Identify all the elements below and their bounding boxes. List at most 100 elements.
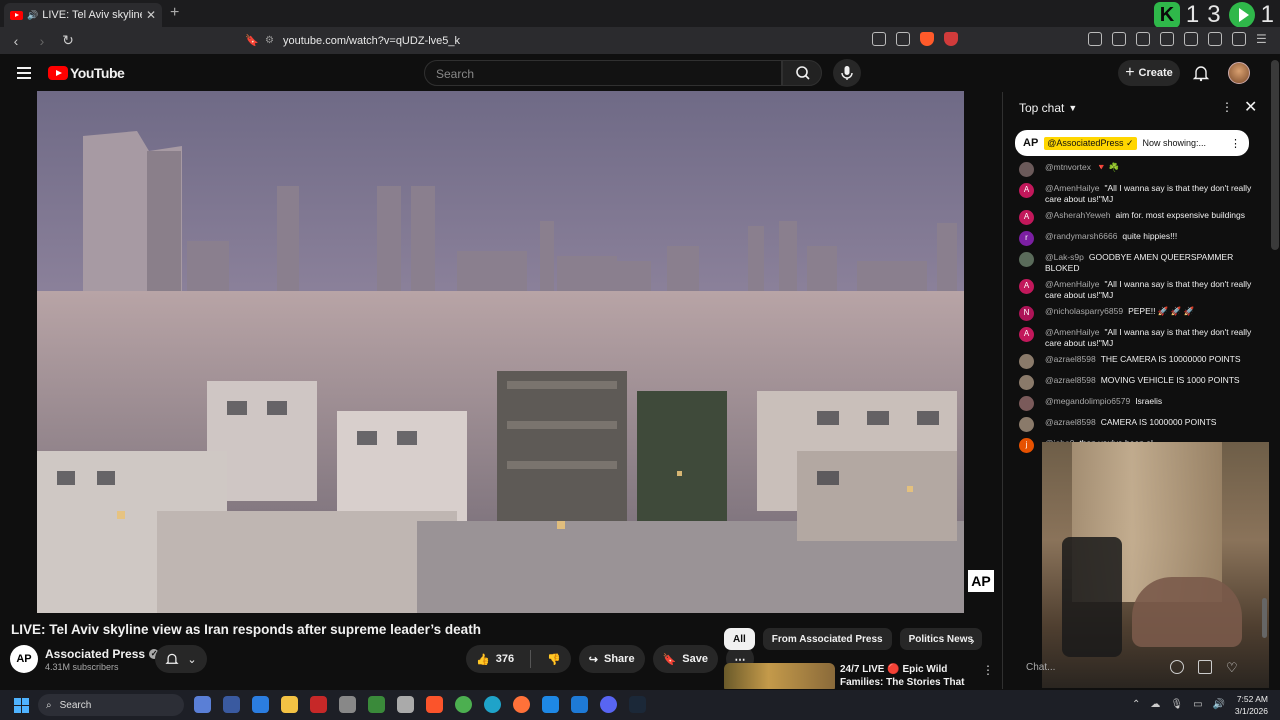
network-icon[interactable]: ☁ [1150, 699, 1160, 710]
forward-icon[interactable]: › [32, 33, 52, 49]
chat-more-icon[interactable]: ⋮ [1221, 100, 1233, 114]
share-page-icon[interactable] [896, 32, 910, 46]
search-input[interactable]: Search [424, 60, 782, 86]
chat-author[interactable]: @AmenHailye [1045, 327, 1099, 337]
url-text[interactable]: youtube.com/watch?v=qUDZ-lve5_k [283, 35, 460, 47]
subscription-bell-button[interactable]: ⌄ [155, 645, 207, 673]
chat-author[interactable]: @AsherahYeweh [1045, 210, 1111, 220]
chat-author-avatar[interactable]: A [1019, 327, 1034, 342]
recommendation-title[interactable]: 24/7 LIVE 🔴 Epic Wild Families: The Stor… [840, 663, 970, 689]
close-tab-icon[interactable]: ✕ [146, 8, 156, 22]
video-player[interactable] [37, 91, 964, 613]
chat-message[interactable]: @Lak-s9p GOODBYE AMEN QUEERSPAMMER BLOKED [1003, 252, 1263, 273]
mic-icon[interactable]: 🎙 [1170, 699, 1183, 710]
chat-author-avatar[interactable] [1019, 375, 1034, 390]
app-icon[interactable] [252, 696, 269, 713]
sidebar-icon[interactable] [1160, 32, 1174, 46]
firefox-icon[interactable] [513, 696, 530, 713]
edge-icon[interactable] [484, 696, 501, 713]
volume-icon[interactable]: 🔊 [1213, 699, 1225, 710]
chat-mode-label[interactable]: Top chat [1019, 101, 1064, 115]
chat-message[interactable]: @megandolimpio6579 Israelis [1003, 396, 1263, 411]
taskbar-search[interactable]: ⌕ Search [38, 694, 184, 716]
vpn-icon[interactable] [1232, 32, 1246, 46]
brave-rewards-icon[interactable] [944, 32, 958, 46]
recommendation-item[interactable]: 24/7 LIVE 🔴 Epic Wild Families: The Stor… [724, 661, 994, 689]
recommendation-thumbnail[interactable] [724, 663, 835, 689]
cast-icon[interactable] [872, 32, 886, 46]
bookmark-icon[interactable]: 🔖 [245, 34, 265, 47]
chat-author[interactable]: @randymarsh6666 [1045, 231, 1117, 241]
save-button[interactable]: 🔖 Save [652, 645, 718, 673]
display-icon[interactable]: ▭ [1193, 699, 1202, 710]
voice-search-button[interactable] [833, 59, 861, 87]
chat-author-avatar[interactable]: r [1019, 231, 1034, 246]
taskbar-clock[interactable]: 7:52 AM 3/1/2026 [1226, 693, 1268, 717]
chevron-up-icon[interactable]: ⌃ [1132, 699, 1140, 710]
channel-name[interactable]: Associated Press [45, 647, 145, 661]
like-button[interactable]: 👍 376 [466, 645, 524, 673]
brave-shields-icon[interactable] [920, 32, 934, 46]
chat-author[interactable]: @azrael8598 [1045, 417, 1096, 427]
extensions-icon[interactable] [1088, 32, 1102, 46]
app-icon[interactable] [194, 696, 211, 713]
chat-message[interactable]: @mtnvortex 🔻 ☘️ [1003, 162, 1263, 177]
share-button[interactable]: ↪ Share [578, 645, 645, 673]
chat-author-avatar[interactable] [1019, 252, 1034, 267]
leo-icon[interactable] [1208, 32, 1222, 46]
vscode-icon[interactable] [571, 696, 588, 713]
pinned-message[interactable]: AP @AssociatedPress ✓ Now showing:... ⋮ [1015, 130, 1249, 156]
chat-author[interactable]: @AmenHailye [1045, 279, 1099, 289]
heart-icon[interactable]: ♡ [1226, 660, 1238, 676]
chat-message[interactable]: A @AmenHailye "All I wanna say is that the… [1003, 279, 1263, 300]
app-icon[interactable] [397, 696, 414, 713]
reload-icon[interactable]: ↻ [58, 32, 78, 49]
chat-message[interactable]: A @AsherahYeweh aim for. most expsensive b… [1003, 210, 1263, 225]
account-avatar[interactable] [1228, 62, 1250, 84]
chip-all[interactable]: All [724, 628, 755, 650]
chat-author[interactable]: @AmenHailye [1045, 183, 1099, 193]
back-icon[interactable]: ‹ [6, 33, 26, 49]
site-info-icon[interactable]: ⚙ [265, 35, 283, 46]
discord-icon[interactable] [600, 696, 617, 713]
create-button[interactable]: + Create [1118, 60, 1180, 86]
screenshot-icon[interactable] [1112, 32, 1126, 46]
search-button[interactable] [782, 60, 822, 86]
app-icon[interactable] [542, 696, 559, 713]
chat-author[interactable]: @mtnvortex [1045, 162, 1091, 172]
chrome-icon[interactable] [455, 696, 472, 713]
chat-message[interactable]: r @randymarsh6666 quite hippies!!! [1003, 231, 1263, 246]
emoji-icon[interactable] [1170, 660, 1184, 674]
chat-author[interactable]: @nicholasparry6859 [1045, 306, 1123, 316]
super-chat-icon[interactable] [1198, 660, 1212, 674]
new-tab-button[interactable]: + [170, 4, 179, 22]
channel-avatar[interactable]: AP [10, 645, 38, 673]
chat-author[interactable]: @azrael8598 [1045, 375, 1096, 385]
chevron-down-icon[interactable]: ▼ [1068, 103, 1077, 113]
wallet-icon[interactable] [1184, 32, 1198, 46]
pinned-more-icon[interactable]: ⋮ [1230, 137, 1241, 150]
chat-author-avatar[interactable] [1019, 354, 1034, 369]
music-icon[interactable] [1136, 32, 1150, 46]
chat-author-avatar[interactable]: A [1019, 279, 1034, 294]
chat-author[interactable]: @Lak-s9p [1045, 252, 1084, 262]
app-icon[interactable] [339, 696, 356, 713]
chat-author-avatar[interactable] [1019, 396, 1034, 411]
browser-tab[interactable]: 🔊 LIVE: Tel Aviv skyline view as Iran re… [4, 3, 162, 27]
app-icon[interactable] [310, 696, 327, 713]
speaker-icon[interactable]: 🔊 [27, 10, 38, 21]
chat-author-avatar[interactable]: A [1019, 210, 1034, 225]
chat-author[interactable]: @azrael8598 [1045, 354, 1096, 364]
menu-icon[interactable]: ☰ [1256, 32, 1270, 46]
chat-author-avatar[interactable]: A [1019, 183, 1034, 198]
menu-icon[interactable] [17, 67, 31, 82]
chat-message[interactable]: @azrael8598 CAMERA IS 1000000 POINTS [1003, 417, 1263, 432]
chat-message[interactable]: @azrael8598 THE CAMERA IS 10000000 POINTS [1003, 354, 1263, 369]
chat-message[interactable]: A @AmenHailye "All I wanna say is that the… [1003, 183, 1263, 204]
close-chat-icon[interactable]: ✕ [1244, 97, 1257, 117]
app-icon[interactable] [368, 696, 385, 713]
chat-author-avatar[interactable]: j [1019, 438, 1034, 453]
file-explorer-icon[interactable] [281, 696, 298, 713]
page-scrollbar[interactable] [1271, 60, 1279, 250]
notifications-bell-icon[interactable] [1192, 64, 1210, 82]
